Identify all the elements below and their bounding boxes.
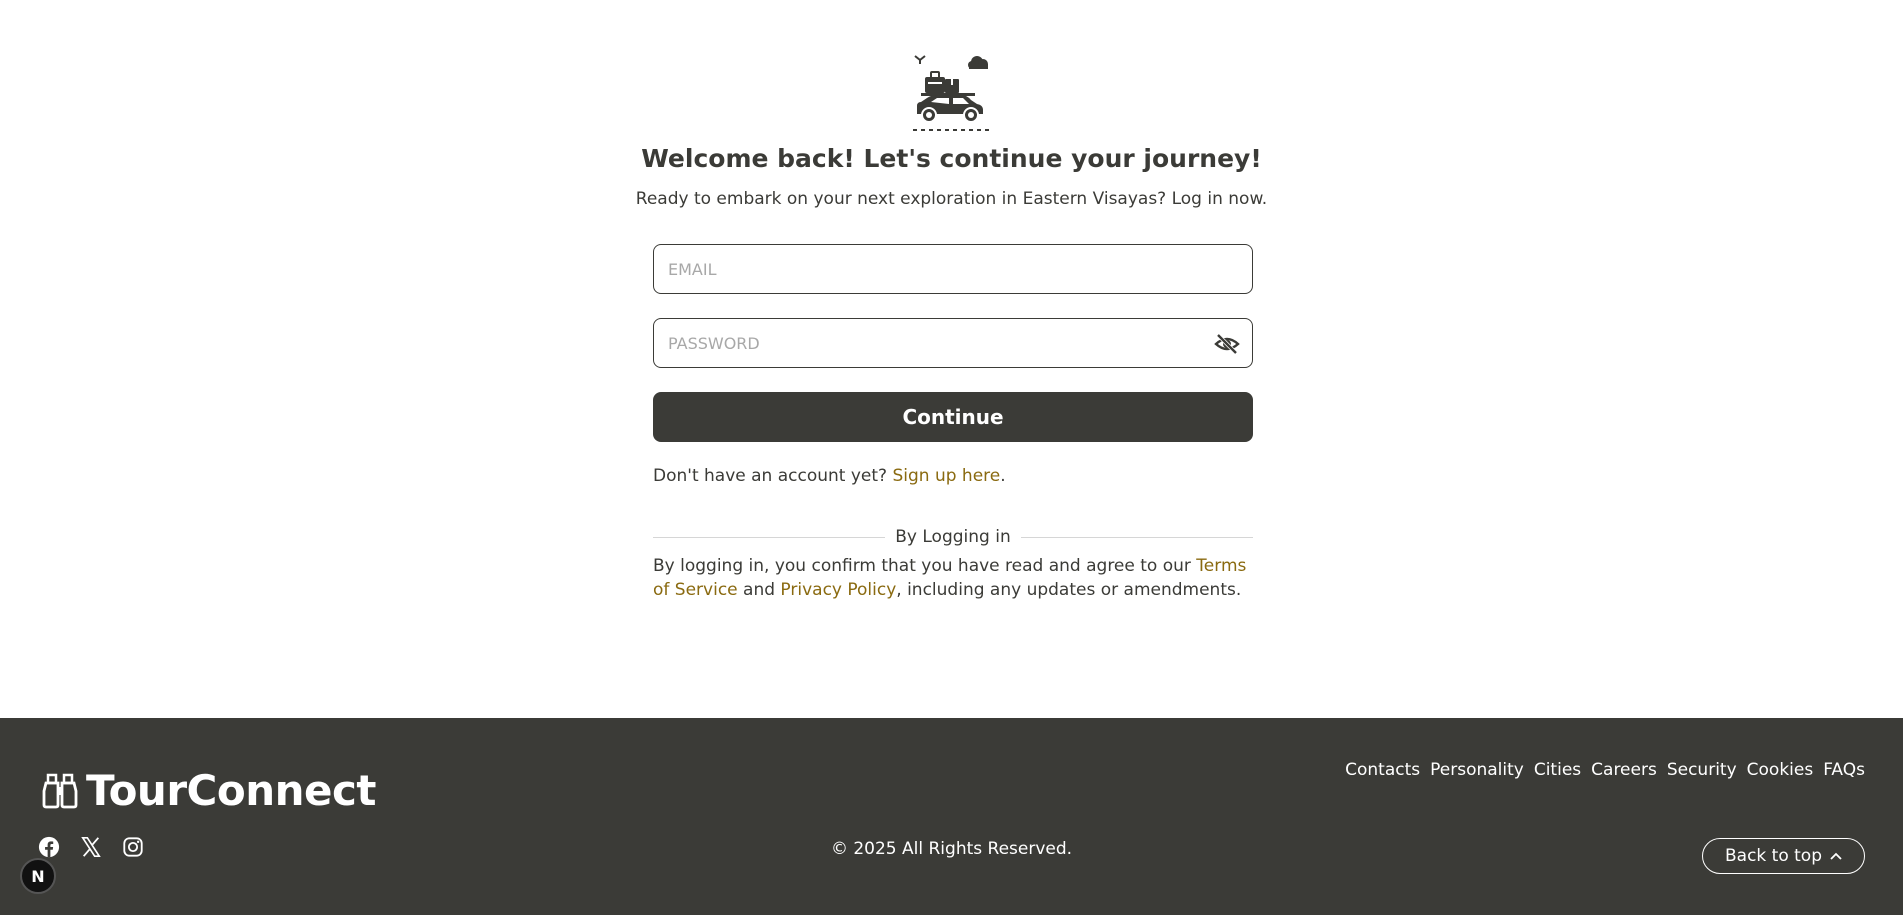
page-title: Welcome back! Let's continue your journe…	[641, 144, 1262, 173]
footer-link-contacts[interactable]: Contacts	[1345, 760, 1420, 780]
binoculars-icon	[42, 773, 78, 808]
brand-logo[interactable]: TourConnect	[40, 766, 376, 815]
signup-prefix: Don't have an account yet?	[653, 466, 893, 486]
email-field-wrapper	[653, 244, 1253, 294]
login-page: Welcome back! Let's continue your journe…	[0, 0, 1903, 718]
eye-slash-icon[interactable]	[1214, 332, 1240, 356]
dev-badge[interactable]: N	[20, 858, 56, 894]
divider-line-right	[1021, 537, 1253, 538]
signup-suffix: .	[1000, 466, 1006, 486]
divider: By Logging in	[653, 527, 1253, 547]
privacy-link[interactable]: Privacy Policy	[780, 580, 896, 600]
back-to-top-button[interactable]: Back to top	[1701, 838, 1865, 874]
page-subtitle: Ready to embark on your next exploration…	[635, 189, 1268, 209]
footer-link-faqs[interactable]: FAQs	[1823, 760, 1865, 780]
footer: TourConnect Contacts Personality Cities …	[0, 718, 1903, 915]
footer-link-cookies[interactable]: Cookies	[1747, 760, 1814, 780]
brand-name: TourConnect	[86, 766, 376, 815]
terms-notice: By logging in, you confirm that you have…	[653, 554, 1253, 602]
footer-link-security[interactable]: Security	[1667, 760, 1737, 780]
footer-links: Contacts Personality Cities Careers Secu…	[1345, 760, 1865, 780]
footer-link-personality[interactable]: Personality	[1430, 760, 1524, 780]
chevron-up-icon	[1830, 852, 1842, 860]
terms-middle: and	[737, 580, 781, 600]
copyright-text: © 2025 All Rights Reserved.	[830, 839, 1073, 859]
password-field[interactable]	[654, 319, 1252, 367]
car-travel-icon	[913, 55, 989, 131]
footer-link-careers[interactable]: Careers	[1591, 760, 1657, 780]
terms-prefix: By logging in, you confirm that you have…	[653, 556, 1197, 576]
email-field[interactable]	[654, 245, 1252, 293]
signup-link[interactable]: Sign up here	[892, 466, 1000, 486]
back-to-top-label: Back to top	[1724, 846, 1822, 866]
footer-link-cities[interactable]: Cities	[1534, 760, 1581, 780]
password-field-wrapper	[653, 318, 1253, 368]
continue-button[interactable]: Continue	[653, 392, 1253, 442]
signup-prompt: Don't have an account yet? Sign up here.	[653, 466, 1006, 486]
terms-suffix: , including any updates or amendments.	[896, 580, 1242, 600]
